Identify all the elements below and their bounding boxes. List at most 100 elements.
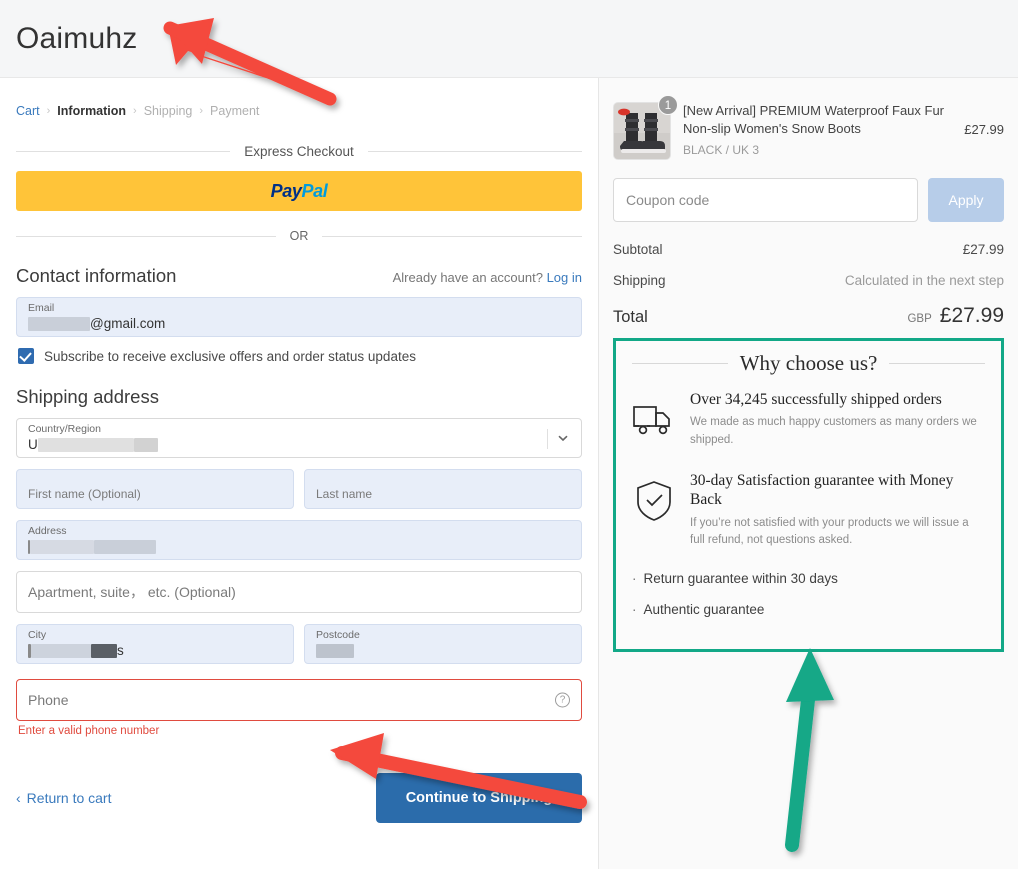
- breadcrumb-shipping: Shipping: [143, 104, 193, 118]
- breadcrumb-separator: ›: [46, 105, 51, 117]
- redaction-block: [30, 540, 94, 554]
- product-price: £27.99: [964, 122, 1004, 137]
- product-variant: BLACK / UK 3: [683, 143, 760, 158]
- continue-to-shipping-button[interactable]: Continue to Shipping: [376, 773, 582, 823]
- express-checkout-divider: Express Checkout: [16, 144, 582, 159]
- total-row: Total GBP £27.99: [613, 304, 1004, 328]
- email-field-label: Email: [28, 302, 55, 314]
- breadcrumb-information[interactable]: Information: [57, 104, 126, 118]
- last-name-placeholder: Last name: [316, 487, 373, 501]
- redaction-block: [37, 437, 134, 452]
- subtotal-label: Subtotal: [613, 242, 663, 257]
- product-thumbnail-wrapper: 1: [613, 95, 678, 160]
- why-choose-us-item: 30-day Satisfaction guarantee with Money…: [632, 471, 985, 549]
- shield-check-icon: [637, 480, 671, 521]
- country-region-select[interactable]: Country/Region U: [16, 418, 582, 458]
- why-choose-us-item-heading: Over 34,245 successfully shipped orders: [690, 391, 942, 408]
- why-choose-us-item-text: Over 34,245 successfully shipped orders …: [690, 390, 985, 449]
- name-row: First name (Optional) Last name: [16, 469, 582, 520]
- breadcrumb: Cart › Information › Shipping › Payment: [16, 104, 582, 118]
- subscribe-label: Subscribe to receive exclusive offers an…: [44, 348, 416, 364]
- select-separator: [547, 429, 548, 449]
- city-field-value: s: [28, 643, 124, 658]
- total-currency: GBP: [907, 313, 932, 325]
- subscribe-row[interactable]: Subscribe to receive exclusive offers an…: [18, 348, 582, 364]
- redaction-block: [133, 437, 158, 452]
- paypal-express-button[interactable]: PayPal: [16, 171, 582, 211]
- why-choose-us-item: Over 34,245 successfully shipped orders …: [632, 390, 985, 449]
- why-choose-us-bullet-text: Authentic guarantee: [643, 602, 765, 618]
- paypal-logo-pay: Pay: [270, 180, 302, 201]
- order-summary-panel: 1 [New Arrival] PREMIUM Waterproof Faux …: [598, 78, 1018, 869]
- city-postcode-row: City s Postcode: [16, 624, 582, 675]
- why-choose-us-item-body: We made as much happy customers as many …: [690, 416, 977, 446]
- shipping-row: Shipping Calculated in the next step: [613, 273, 1004, 288]
- why-choose-us-item-body: If you’re not satisfied with your produc…: [690, 516, 969, 546]
- shipping-value: Calculated in the next step: [844, 273, 1004, 288]
- express-checkout-label: Express Checkout: [244, 144, 354, 159]
- form-actions: ‹ Return to cart Continue to Shipping: [16, 773, 582, 823]
- login-link[interactable]: Log in: [547, 270, 582, 285]
- product-quantity-badge: 1: [658, 95, 678, 115]
- shipping-label: Shipping: [613, 273, 666, 288]
- apply-coupon-button[interactable]: Apply: [928, 178, 1004, 222]
- last-name-field[interactable]: Last name: [304, 469, 582, 509]
- store-header: Oaimuhz: [0, 0, 1018, 78]
- paypal-logo: PayPal: [271, 181, 328, 202]
- breadcrumb-separator: ›: [133, 105, 137, 117]
- help-circle-icon[interactable]: ?: [555, 692, 570, 708]
- contact-information-header: Contact information Already have an acco…: [16, 265, 582, 287]
- store-title: Oaimuhz: [16, 21, 138, 55]
- why-choose-us-bullet-text: Return guarantee within 30 days: [643, 571, 838, 587]
- apartment-field[interactable]: Apartment, suite， etc. (Optional): [16, 571, 582, 613]
- product-info: [New Arrival] PREMIUM Waterproof Faux Fu…: [683, 102, 952, 157]
- first-name-field[interactable]: First name (Optional): [16, 469, 294, 509]
- bullet-marker: ·: [632, 602, 637, 618]
- postcode-field-value: [316, 644, 354, 658]
- why-choose-us-bullet: · Return guarantee within 30 days: [632, 571, 985, 586]
- total-value-group: GBP £27.99: [907, 304, 1004, 328]
- postcode-field-label: Postcode: [316, 629, 360, 641]
- why-choose-us-title: Why choose us?: [739, 351, 878, 375]
- total-label: Total: [613, 308, 648, 326]
- why-choose-us-title-row: Why choose us?: [632, 351, 985, 376]
- country-region-label: Country/Region: [28, 423, 101, 435]
- shipping-address-header: Shipping address: [16, 386, 582, 408]
- phone-error-message: Enter a valid phone number: [18, 725, 160, 737]
- subscribe-checkbox[interactable]: [18, 348, 34, 364]
- breadcrumb-payment: Payment: [210, 104, 260, 118]
- phone-placeholder: Phone: [28, 692, 69, 708]
- why-choose-us-item-heading: 30-day Satisfaction guarantee with Money…: [690, 471, 954, 509]
- product-name: [New Arrival] PREMIUM Waterproof Faux Fu…: [683, 103, 945, 136]
- return-to-cart-link[interactable]: ‹ Return to cart: [16, 790, 112, 806]
- account-prompt: Already have an account? Log in: [393, 270, 582, 285]
- postcode-field[interactable]: Postcode: [304, 624, 582, 664]
- checkout-form-panel: Cart › Information › Shipping › Payment …: [0, 78, 598, 869]
- redaction-block: [94, 540, 156, 554]
- city-field[interactable]: City s: [16, 624, 294, 664]
- why-choose-us-bullet: · Authentic guarantee: [632, 602, 985, 617]
- city-field-label: City: [28, 629, 47, 641]
- address-field-label: Address: [28, 525, 67, 537]
- email-field-value-text: @gmail.com: [90, 316, 166, 331]
- chevron-down-icon: [558, 435, 568, 442]
- email-field[interactable]: Email @gmail.com: [16, 297, 582, 337]
- city-field-value-text: s: [117, 643, 124, 658]
- breadcrumb-separator: ›: [199, 105, 204, 117]
- return-to-cart-label: Return to cart: [26, 790, 112, 806]
- coupon-row: Coupon code Apply: [613, 178, 1004, 222]
- breadcrumb-cart[interactable]: Cart: [16, 104, 40, 118]
- country-region-value-text: U: [28, 437, 38, 452]
- chevron-left-icon: ‹: [16, 790, 21, 806]
- first-name-placeholder: First name (Optional): [28, 487, 141, 501]
- phone-field[interactable]: Phone ?: [16, 679, 582, 721]
- why-choose-us-box: Why choose us? Over 34,245 successfully …: [613, 338, 1004, 653]
- coupon-code-input[interactable]: Coupon code: [613, 178, 918, 222]
- subtotal-value: £27.99: [962, 242, 1004, 257]
- country-region-value: U: [28, 437, 158, 452]
- account-prompt-text: Already have an account?: [392, 270, 543, 285]
- redaction-block: [91, 643, 117, 658]
- order-line-item: 1 [New Arrival] PREMIUM Waterproof Faux …: [613, 95, 1004, 160]
- address-field[interactable]: Address: [16, 520, 582, 560]
- redaction-block: [28, 316, 90, 331]
